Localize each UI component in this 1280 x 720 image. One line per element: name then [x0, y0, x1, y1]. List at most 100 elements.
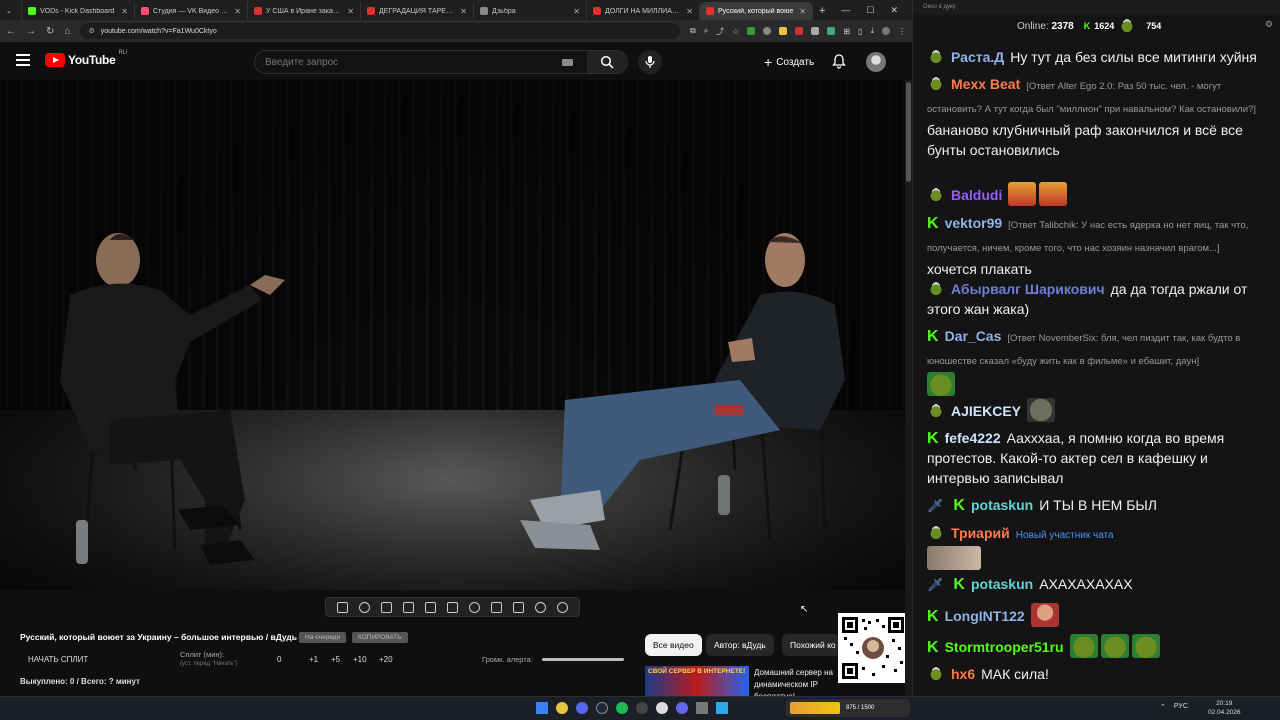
reload-icon[interactable]: ↻ [46, 26, 54, 37]
share-icon[interactable]: ⤴ [716, 26, 724, 37]
extension-icon[interactable] [779, 27, 788, 35]
tab-youtube-2[interactable]: ДЕГРАДАЦИЯ ТАРЕЛОЧНИК ✕ [361, 2, 474, 20]
extension-icon[interactable] [811, 27, 820, 35]
cast-icon[interactable] [381, 601, 393, 613]
profile-icon[interactable] [882, 27, 890, 35]
app-icon[interactable] [636, 702, 648, 714]
alert-volume-slider[interactable] [542, 658, 624, 661]
tab-youtube-3[interactable]: ДОЛГИ НА МИЛЛИАРДЫ ✕ [587, 2, 700, 20]
tab-youtube-active[interactable]: Русский, который воюе ✕ [700, 2, 813, 20]
flask-icon[interactable] [534, 601, 546, 613]
chat-username[interactable]: potaskun [971, 576, 1033, 592]
language-indicator[interactable]: РУС [1174, 703, 1188, 711]
chat-username[interactable]: hx6 [951, 666, 975, 682]
split-step-button[interactable]: +20 [379, 655, 393, 664]
split-step-button[interactable]: +10 [353, 655, 367, 664]
tab-vk-studio[interactable]: Студия — VK Видео Live ✕ [135, 2, 248, 20]
close-icon[interactable]: ✕ [460, 7, 467, 16]
queue-pill[interactable]: На очереди [299, 632, 347, 643]
start-split-button[interactable]: НАЧАТЬ СПЛИТ [28, 655, 88, 664]
chevron-up-icon[interactable]: ⌃ [1160, 703, 1166, 711]
page-scrollbar[interactable] [905, 80, 912, 696]
extension-icon[interactable] [763, 27, 772, 35]
extension-icon[interactable] [827, 27, 836, 35]
back-icon[interactable]: ← [6, 26, 16, 37]
minimize-icon[interactable]: — [841, 5, 850, 15]
scrollbar-thumb[interactable] [906, 82, 911, 182]
gear-icon[interactable] [556, 601, 568, 613]
chat-username[interactable]: Dar_Cas [945, 328, 1002, 344]
add-clip-icon[interactable] [490, 601, 502, 613]
video-player[interactable] [0, 80, 905, 590]
clock[interactable]: 20:19 02.04.2026 [1208, 699, 1241, 717]
chat-username[interactable]: potaskun [971, 497, 1033, 513]
bookmark-star-icon[interactable]: ☆ [732, 27, 739, 36]
close-icon[interactable]: ✕ [573, 7, 580, 16]
chat-username[interactable]: Абырвалг Шарикович [951, 281, 1105, 297]
copy-button[interactable]: КОПИРОВАТЬ [352, 632, 408, 643]
steam-icon[interactable] [596, 702, 608, 714]
url-field[interactable]: ⚙ youtube.com/watch?v=Fa1Wu0Cktyo [80, 23, 680, 39]
chat-username[interactable]: fefe4222 [945, 430, 1001, 446]
gear-icon[interactable]: ⚙ [1265, 19, 1273, 30]
chip-author[interactable]: Автор: вДудь [706, 634, 774, 656]
frames-icon[interactable] [446, 601, 458, 613]
close-icon[interactable]: ✕ [686, 7, 693, 16]
install-icon[interactable]: ⧉ [690, 26, 696, 36]
maximize-icon[interactable]: ☐ [866, 5, 874, 16]
chat-username[interactable]: Mexx Beat [951, 76, 1020, 92]
chip-all-videos[interactable]: Все видео [645, 634, 702, 656]
app-icon[interactable] [676, 702, 688, 714]
split-step-button[interactable]: +5 [331, 655, 340, 664]
chat-username[interactable]: AJIEKCEY [951, 403, 1021, 419]
close-icon[interactable]: ✕ [234, 7, 241, 16]
camera-icon[interactable] [512, 601, 524, 613]
create-button[interactable]: + Создать [756, 52, 822, 72]
search-button[interactable] [587, 51, 627, 73]
sidebar-icon[interactable]: ▯ [858, 27, 862, 36]
screen-icon[interactable] [425, 601, 437, 613]
home-icon[interactable]: ⌂ [64, 26, 70, 37]
tab-other[interactable]: Дзьбра ✕ [474, 2, 587, 20]
close-icon[interactable]: ✕ [799, 7, 806, 16]
loop-icon[interactable] [337, 601, 349, 613]
keyboard-icon[interactable] [562, 58, 573, 66]
chip-similar[interactable]: Похожий ко [782, 634, 840, 656]
menu-dots-icon[interactable]: ⋮ [898, 27, 906, 36]
chrome-icon[interactable] [556, 702, 568, 714]
chat-username[interactable]: LongINT122 [945, 608, 1025, 624]
split-step-button[interactable]: +1 [309, 655, 318, 664]
extension-icon[interactable] [747, 27, 756, 35]
telegram-icon[interactable] [716, 702, 728, 714]
close-icon[interactable]: ✕ [347, 7, 354, 16]
zoom-icon[interactable]: ⌕ [704, 26, 708, 36]
chat-username[interactable]: Триарий [951, 525, 1010, 541]
app-icon[interactable] [696, 702, 708, 714]
close-window-icon[interactable]: ✕ [890, 5, 898, 16]
extensions-puzzle-icon[interactable]: ⊞ [843, 27, 850, 36]
speed-icon[interactable] [468, 601, 480, 613]
start-icon[interactable] [536, 702, 548, 714]
close-icon[interactable]: ✕ [121, 7, 128, 16]
ad-thumbnail[interactable]: СВОЙ СЕРВЕР В ИНТЕРНЕТЕ! [645, 666, 749, 696]
site-info-icon[interactable]: ⚙ [88, 27, 94, 35]
extension-icon[interactable] [795, 27, 804, 35]
voice-search-button[interactable] [638, 50, 662, 74]
youtube-logo[interactable]: YouTube RU [45, 50, 127, 67]
chat-username[interactable]: Stormtrooper51ru [945, 639, 1064, 655]
avatar[interactable] [866, 52, 886, 72]
audio-icon[interactable] [359, 601, 371, 613]
obs-icon[interactable] [656, 702, 668, 714]
search-input[interactable] [255, 56, 562, 68]
download-icon[interactable]: ⤓ [870, 26, 874, 36]
split-step-button[interactable]: 0 [277, 655, 281, 664]
clapper-icon[interactable] [403, 601, 415, 613]
menu-icon[interactable] [16, 54, 30, 66]
tab-youtube-1[interactable]: У США в Иране заканчиваю ✕ [248, 2, 361, 20]
chat-username[interactable]: Раста.Д [951, 49, 1004, 65]
discord-icon[interactable] [576, 702, 588, 714]
notifications-button[interactable] [832, 53, 846, 74]
tab-kick-vods[interactable]: VODs - Kick Dashboard ✕ [22, 2, 135, 20]
spotify-icon[interactable] [616, 702, 628, 714]
forward-icon[interactable]: → [26, 26, 36, 37]
